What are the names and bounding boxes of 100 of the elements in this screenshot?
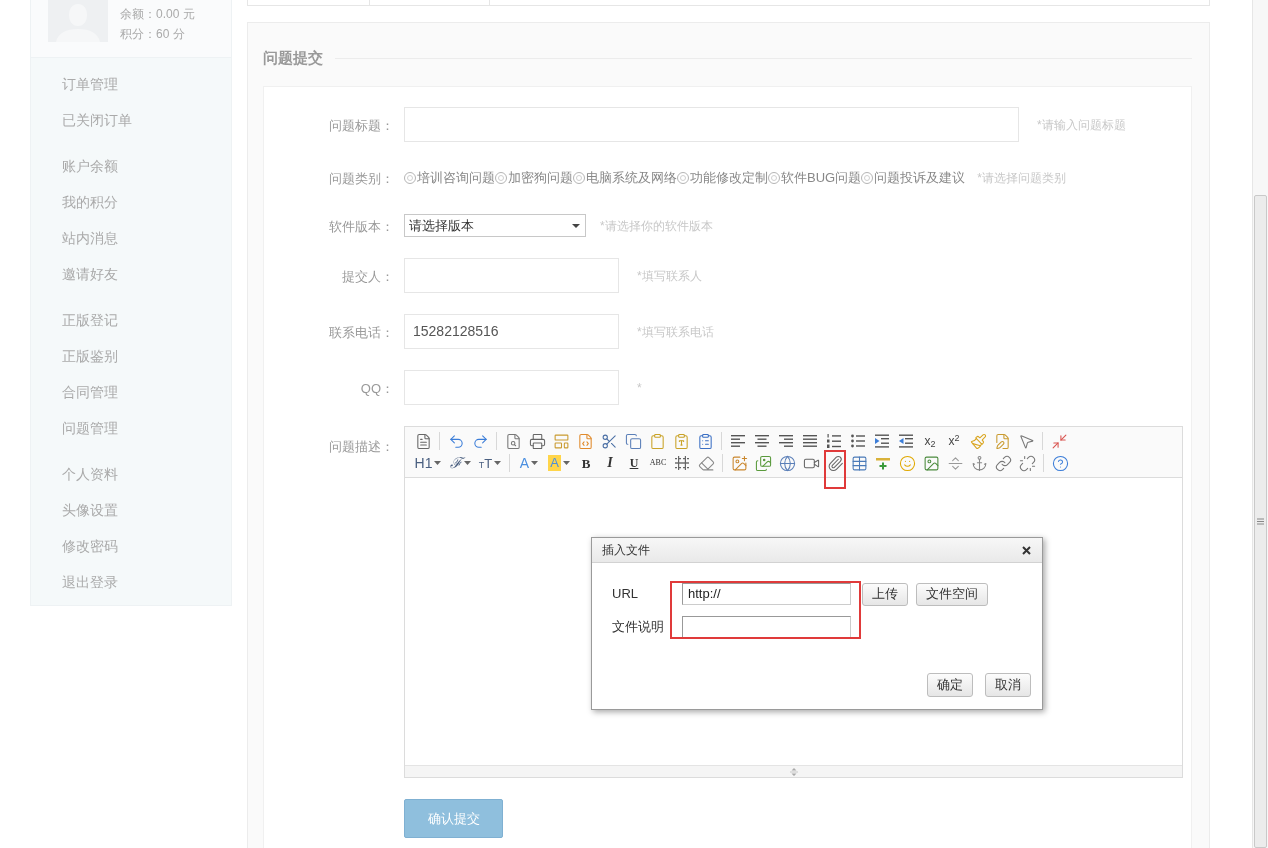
dialog-button[interactable]: 确定 <box>927 673 973 697</box>
field-hint: * <box>637 379 642 397</box>
align-center-icon[interactable] <box>754 433 770 449</box>
caret-icon <box>572 223 580 228</box>
fullscreen-icon[interactable] <box>1050 432 1068 450</box>
align-left-icon[interactable] <box>730 433 746 449</box>
add-line-icon[interactable] <box>875 455 891 471</box>
edit-document-icon[interactable] <box>993 432 1011 450</box>
sidebar-item[interactable]: 邀请好友 <box>62 263 118 285</box>
broken-link-icon[interactable] <box>1018 454 1036 472</box>
paperclip-icon[interactable] <box>826 454 844 472</box>
smiley-icon[interactable] <box>898 454 916 472</box>
clipboard-icon[interactable] <box>648 432 666 450</box>
clipboard-text-icon[interactable] <box>672 432 690 450</box>
input-field[interactable] <box>682 616 851 638</box>
sidebar-item[interactable]: 订单管理 <box>62 73 118 95</box>
radio-label[interactable]: 电脑系统及网络 <box>586 168 677 188</box>
scrollbar[interactable] <box>1252 0 1268 848</box>
redo-icon[interactable] <box>471 432 489 450</box>
print-icon[interactable] <box>528 432 546 450</box>
radio-button[interactable] <box>404 172 416 184</box>
sidebar-item[interactable]: 退出登录 <box>62 571 118 593</box>
radio-label[interactable]: 软件BUG问题 <box>781 168 862 188</box>
scissors-icon[interactable] <box>600 432 618 450</box>
font-color-dropdown[interactable]: A <box>514 452 544 474</box>
close-icon[interactable] <box>1022 545 1031 555</box>
radio-label[interactable]: 加密狗问题 <box>508 168 573 188</box>
superscript-button[interactable]: x$^{2}$ <box>942 430 966 452</box>
cursor-icon[interactable] <box>1017 432 1035 450</box>
help-icon[interactable] <box>1051 454 1069 472</box>
radio-button[interactable] <box>768 172 780 184</box>
sidebar-item[interactable]: 正版鉴别 <box>62 345 118 367</box>
anchor-icon[interactable] <box>970 454 988 472</box>
sidebar-item[interactable]: 修改密码 <box>62 535 118 557</box>
subscript-button[interactable]: x$_{2}$ <box>918 430 942 452</box>
scrollbar-grip-icon <box>1257 518 1264 525</box>
images-icon[interactable] <box>754 454 772 472</box>
field-label: QQ： <box>360 380 394 396</box>
radio-button[interactable] <box>495 172 507 184</box>
dialog-button[interactable]: 上传 <box>862 582 908 606</box>
highlight-color-dropdown[interactable]: A <box>544 452 574 474</box>
image-add-icon[interactable] <box>730 454 748 472</box>
undo-icon[interactable] <box>447 432 465 450</box>
balance-text: 余额：0.00 元 <box>120 6 195 23</box>
input-field[interactable]: 15282128516 <box>404 314 619 349</box>
field-label: 问题描述： <box>329 439 394 454</box>
strikethrough-button[interactable]: ABC <box>646 452 670 474</box>
radio-label[interactable]: 培训咨询问题 <box>417 168 495 188</box>
sidebar-item[interactable]: 我的积分 <box>62 191 118 213</box>
bullet-list-icon[interactable] <box>850 433 866 449</box>
picture-icon[interactable] <box>922 454 940 472</box>
sidebar-item[interactable]: 头像设置 <box>62 499 118 521</box>
points-text: 积分：60 分 <box>120 26 186 43</box>
outdent-icon[interactable] <box>898 433 914 449</box>
dotted-lines-icon[interactable] <box>674 455 690 471</box>
underline-button[interactable]: U <box>622 452 646 474</box>
clipboard-list-icon[interactable] <box>696 432 714 450</box>
sidebar-item[interactable]: 正版登记 <box>62 309 118 331</box>
sidebar-item[interactable]: 站内消息 <box>62 227 118 249</box>
align-justify-icon[interactable] <box>802 433 818 449</box>
preview-icon[interactable] <box>504 432 522 450</box>
template-icon[interactable] <box>552 432 570 450</box>
table-icon[interactable] <box>850 454 868 472</box>
sidebar-item[interactable]: 已关闭订单 <box>62 109 132 131</box>
radio-button[interactable] <box>677 172 689 184</box>
radio-button[interactable] <box>573 172 585 184</box>
eraser-icon[interactable] <box>697 454 715 472</box>
page-break-icon[interactable] <box>946 454 964 472</box>
numbered-list-icon[interactable] <box>826 433 842 449</box>
sidebar-item[interactable]: 账户余额 <box>62 155 118 177</box>
scrollbar-thumb[interactable] <box>1254 195 1267 848</box>
brush-icon[interactable] <box>969 432 987 450</box>
sidebar-item[interactable]: 问题管理 <box>62 417 118 439</box>
bold-button[interactable]: B <box>574 452 598 474</box>
dialog-label: URL <box>612 585 639 604</box>
radio-label[interactable]: 功能修改定制 <box>690 168 768 188</box>
input-field[interactable]: http:// <box>682 583 851 605</box>
globe-icon[interactable] <box>778 454 796 472</box>
indent-icon[interactable] <box>874 433 890 449</box>
font-family-dropdown[interactable]: ℱ <box>445 452 475 474</box>
copy-icon[interactable] <box>624 432 642 450</box>
section-title: 问题提交 <box>263 47 323 68</box>
sidebar-item[interactable]: 个人资料 <box>62 463 118 485</box>
caret-icon <box>531 461 539 465</box>
dialog-button[interactable]: 取消 <box>985 673 1031 697</box>
document-icon[interactable] <box>414 432 432 450</box>
heading-dropdown[interactable]: H1 <box>411 452 445 474</box>
radio-label[interactable]: 问题投诉及建议 <box>874 168 966 188</box>
caret-icon <box>562 461 570 465</box>
code-file-icon[interactable] <box>576 432 594 450</box>
dialog-title: 插入文件 <box>602 542 650 559</box>
dialog-button[interactable]: 文件空间 <box>916 582 988 606</box>
sidebar-item[interactable]: 合同管理 <box>62 381 118 403</box>
font-size-dropdown[interactable]: TT <box>475 452 505 474</box>
select-dropdown[interactable]: 请选择版本 <box>404 214 586 237</box>
radio-button[interactable] <box>861 172 874 184</box>
link-icon[interactable] <box>994 454 1012 472</box>
submit-button[interactable]: 确认提交 <box>404 799 503 838</box>
align-right-icon[interactable] <box>778 433 794 449</box>
italic-button[interactable]: I <box>598 452 622 474</box>
